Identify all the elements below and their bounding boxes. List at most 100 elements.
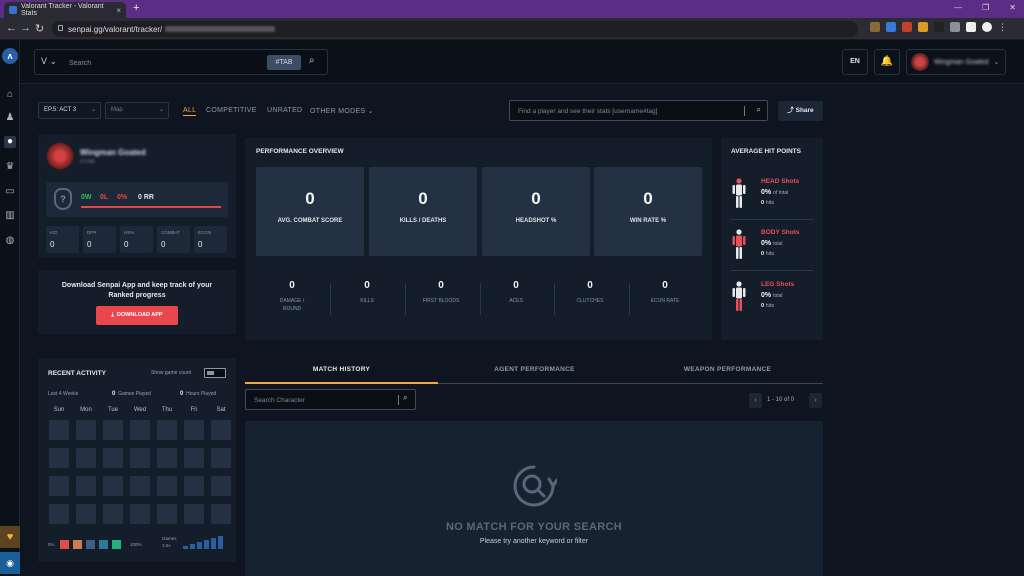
mode-tab-other-label: OTHER MODES (310, 108, 366, 115)
character-search-input[interactable] (254, 395, 394, 406)
divider (744, 106, 745, 116)
tab-agent-performance[interactable]: AGENT PERFORMANCE (438, 366, 631, 373)
activity-day-cell (157, 420, 177, 440)
legend-swatch (60, 540, 69, 549)
divider (731, 270, 813, 271)
notification-bell-icon[interactable]: 🔔 (874, 49, 900, 75)
map-select[interactable]: Map ⌄ (105, 102, 169, 119)
pagination-info: 1 - 10 of 0 (767, 397, 795, 403)
desktop-icon[interactable]: ▭ (4, 186, 16, 198)
next-page-button[interactable]: › (809, 393, 822, 408)
mode-tab-competitive[interactable]: COMPETITIVE (206, 107, 257, 114)
search-icon[interactable]: ⌕ (757, 105, 761, 115)
activity-day-cell (184, 476, 204, 496)
search-icon[interactable]: ⌕ (309, 55, 315, 66)
wins: 0W (81, 194, 92, 201)
games-played: 0 Games Played (112, 391, 151, 397)
legend-min: 0% (48, 542, 55, 547)
metric-label: ACES (509, 298, 523, 304)
profile-card: Wingman Goated #TAB ? 0W 0L 0% 0 RR K/D 0… (38, 134, 236, 258)
tag-pill[interactable]: #TAB (267, 55, 301, 70)
browser-address-bar: ← → ↻ senpai.gg/valorant/tracker/ ⋮ (0, 18, 1024, 40)
head-shots-percent: 0% of total (761, 189, 788, 196)
divider (330, 283, 331, 315)
download-app-button[interactable]: ⤓ DOWNLOAD APP (96, 306, 178, 325)
games-scale-bar (218, 536, 223, 549)
activity-day-cell (211, 504, 231, 524)
stat-label: K/D (50, 230, 58, 235)
empty-state-subtitle: Please try another keyword or filter (479, 538, 589, 545)
extension-icon[interactable] (886, 22, 896, 32)
mode-tab-unrated[interactable]: UNRATED (267, 107, 302, 114)
senpai-logo-icon[interactable]: ʌ (2, 48, 18, 64)
hours-played-label: Hours Played (186, 391, 217, 397)
stats-tabs: MATCH HISTORY AGENT PERFORMANCE WEAPON P… (245, 358, 823, 384)
app-icon[interactable]: ◉ (0, 552, 20, 574)
performance-title: PERFORMANCE OVERVIEW (256, 148, 344, 155)
close-tab-icon[interactable]: × (116, 6, 121, 15)
library-icon[interactable]: ▥ (4, 210, 16, 222)
coach-icon[interactable]: ♟ (4, 112, 16, 124)
reload-icon[interactable]: ↻ (35, 22, 44, 35)
minimize-icon[interactable]: — (954, 3, 962, 12)
game-count-toggle[interactable] (204, 368, 226, 378)
win-rate-card: 0 WIN RATE % (594, 167, 702, 256)
kebab-menu-icon[interactable]: ⋮ (998, 22, 1008, 32)
maximize-icon[interactable]: ❐ (982, 3, 989, 12)
puzzle-icon[interactable] (950, 22, 960, 32)
browser-tab[interactable]: Valorant Tracker - Valorant Stats × (4, 2, 126, 18)
mode-tab-all[interactable]: ALL (183, 107, 197, 116)
extension-icon[interactable] (870, 22, 880, 32)
valorant-game-icon[interactable]: V ⌄ (41, 56, 57, 67)
search-icon[interactable]: ⌕ (403, 393, 407, 403)
extension-icon[interactable] (934, 22, 944, 32)
crown-icon[interactable]: ♛ (4, 161, 16, 173)
kills-stat: 0 KILLS (332, 280, 402, 305)
search-box: V ⌄ #TAB ⌕ (34, 49, 328, 75)
head-shots-label: HEAD Shots (761, 178, 800, 185)
globe-icon[interactable]: ◍ (4, 235, 16, 247)
new-tab-button[interactable]: + (133, 2, 139, 14)
stat-hs: HS% 0 (120, 226, 153, 253)
back-icon[interactable]: ← (6, 22, 17, 34)
previous-page-button[interactable]: ‹ (749, 393, 762, 408)
tab-weapon-performance[interactable]: WEAPON PERFORMANCE (631, 366, 824, 373)
heart-icon[interactable]: ♥ (0, 526, 20, 548)
chevron-down-icon: ⌄ (367, 108, 374, 115)
leg-shots-hits: 0 hits (761, 303, 774, 309)
language-button[interactable]: EN (842, 49, 868, 75)
kills-deaths-card: 0 KILLS / DEATHS (369, 167, 477, 256)
player-search-input[interactable] (518, 105, 743, 117)
search-input[interactable] (69, 56, 259, 70)
hits-label: hits (765, 200, 775, 206)
sidebar-icon[interactable] (966, 22, 976, 32)
percent-value: 0% (761, 189, 772, 196)
profile-icon[interactable] (982, 22, 992, 32)
games-scale-bar (211, 538, 216, 549)
share-button[interactable]: ⤴ Share (778, 101, 823, 121)
forward-icon[interactable]: → (20, 22, 31, 34)
close-window-icon[interactable]: ✕ (1009, 3, 1016, 12)
season-select[interactable]: EP.5: ACT 3 ⌄ (38, 102, 101, 119)
tab-match-history[interactable]: MATCH HISTORY (245, 366, 438, 373)
stat-econ: ECON 0 (194, 226, 227, 253)
metric-label: AVG. COMBAT SCORE (277, 218, 343, 224)
site-favicon-icon (9, 6, 17, 14)
activity-day-cell (49, 420, 69, 440)
hours-played-value: 0 (180, 391, 184, 397)
weekday-label: Wed (133, 407, 147, 413)
user-name: Wingman Goated (934, 58, 989, 66)
map-placeholder: Map (111, 107, 123, 113)
player-search-box: ⌕ (509, 100, 768, 121)
mode-tab-other[interactable]: OTHER MODES ⌄ (310, 107, 374, 115)
extension-icon[interactable] (902, 22, 912, 32)
user-menu[interactable]: Wingman Goated ⌄ (906, 49, 1006, 75)
activity-day-cell (49, 476, 69, 496)
extension-icon[interactable] (918, 22, 928, 32)
body-shots-label: BODY Shots (761, 229, 800, 236)
games-played-value: 0 (112, 391, 116, 397)
rank-rating: 0 RR (138, 194, 154, 201)
home-icon[interactable]: ⌂ (4, 89, 16, 101)
url-field[interactable]: senpai.gg/valorant/tracker/ (52, 21, 858, 37)
profile-nav-icon[interactable]: ● (4, 136, 16, 148)
